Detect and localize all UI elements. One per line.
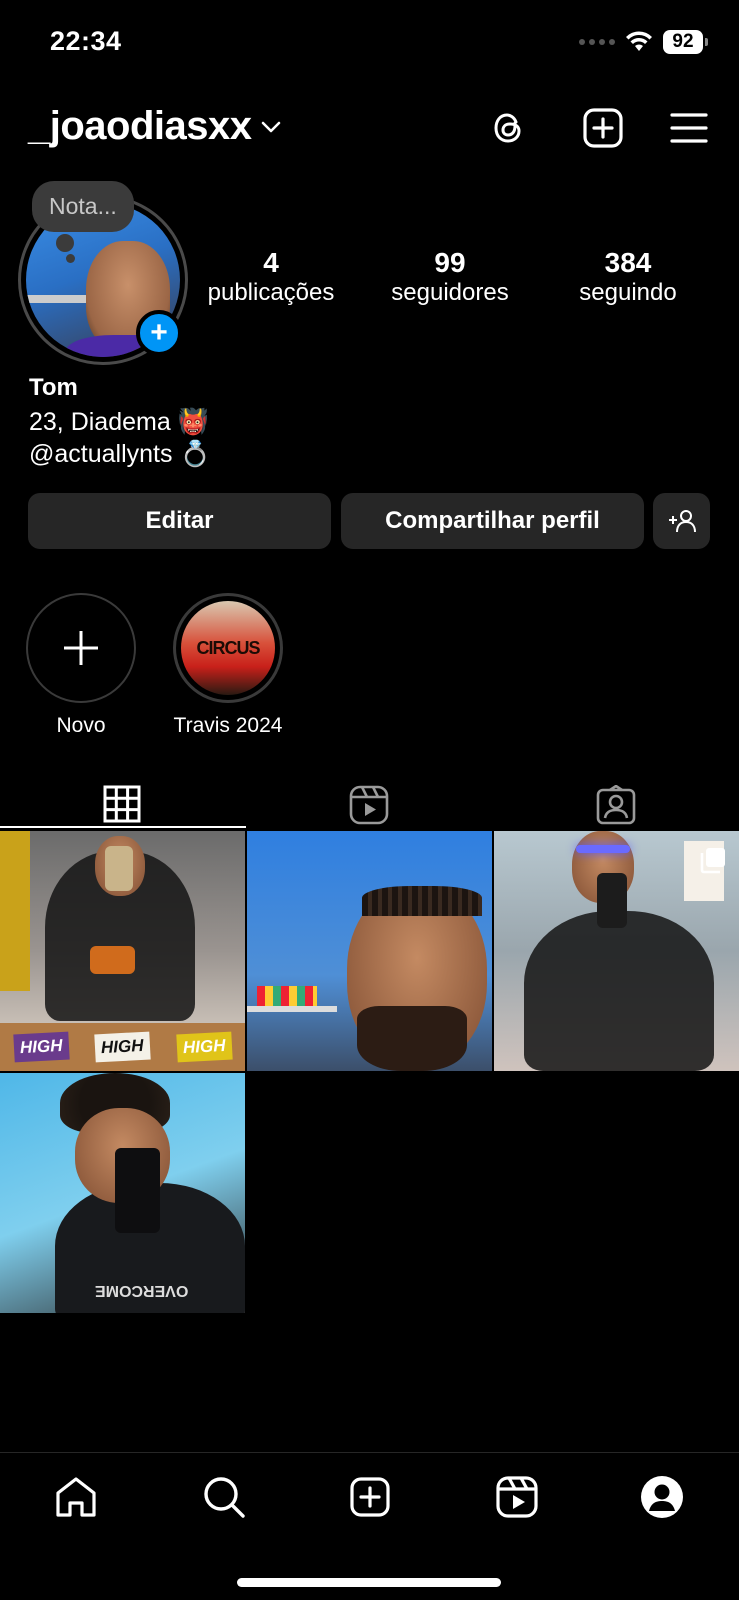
discover-people-button[interactable] [653,493,710,549]
search-icon [204,1477,245,1518]
highlight-new-label: Novo [56,714,106,737]
stat-posts-label: publicações [207,279,335,306]
plus-icon [64,631,98,665]
stat-following-value: 384 [604,247,652,278]
note-bubble-tail-small [66,254,75,263]
wifi-icon [626,31,652,51]
stat-followers-value: 99 [434,247,466,278]
highlight-travis-2024[interactable]: CIRCUS [173,593,283,703]
grid-icon [103,785,141,823]
cellular-signal-icon [579,39,615,45]
shirt-print: OVERCOME [95,1282,189,1299]
nav-profile[interactable] [637,1472,687,1522]
nav-search[interactable] [199,1472,249,1522]
nav-reels[interactable] [492,1472,542,1522]
edit-profile-button[interactable]: Editar [28,493,331,549]
stat-following[interactable]: 384 seguindo [543,248,713,308]
share-profile-button[interactable]: Compartilhar perfil [341,493,644,549]
active-tab-indicator [0,826,246,828]
profile-name: Tom [29,374,78,401]
highlight-travis-label: Travis 2024 [173,714,283,737]
chevron-down-icon [261,121,280,132]
reels-icon [496,1476,538,1518]
bio-mention[interactable]: @actuallynts 💍 [29,440,211,469]
highlight-thumbnail: CIRCUS [181,601,275,695]
reels-icon [349,785,389,825]
stat-posts-value: 4 [263,247,279,278]
bio-line: 23, Diadema 👹 [29,408,209,436]
profile-icon [641,1476,683,1518]
tab-reels[interactable] [349,785,389,830]
note-bubble[interactable]: Nota... [32,181,134,232]
add-person-icon [668,510,696,533]
status-time: 22:34 [50,26,122,56]
high-strip: HIGH HIGH HIGH [0,1023,245,1071]
carousel-icon [700,848,725,874]
bottom-nav-divider [0,1452,739,1453]
post-thumbnail[interactable] [494,831,739,1071]
post-thumbnail[interactable]: HIGH HIGH HIGH [0,831,245,1071]
stat-followers-label: seguidores [391,279,509,306]
nav-create[interactable] [345,1472,395,1522]
add-story-icon[interactable]: + [136,310,182,356]
highlight-new[interactable] [26,593,136,703]
note-bubble-tail [56,234,74,252]
status-indicators: 92 [579,30,708,54]
stat-followers[interactable]: 99 seguidores [365,248,535,308]
stat-following-label: seguindo [579,279,677,306]
menu-icon[interactable] [667,106,711,150]
stat-posts[interactable]: 4 publicações [186,248,356,308]
nav-home[interactable] [51,1472,101,1522]
tab-posts-grid[interactable] [103,785,141,828]
threads-icon[interactable] [486,106,530,150]
username: _joaodiasxx [28,104,252,148]
battery-indicator: 92 [663,30,708,54]
highlight-art-text: CIRCUS [196,637,260,658]
create-post-icon[interactable] [581,106,625,150]
home-indicator[interactable] [237,1578,501,1587]
account-switcher[interactable]: _joaodiasxx [28,104,282,149]
tagged-user-icon [596,784,636,825]
create-icon [350,1477,390,1517]
home-icon [56,1477,96,1517]
post-thumbnail[interactable]: OVERCOME [0,1073,245,1313]
post-thumbnail[interactable] [247,831,492,1071]
tab-tagged[interactable] [596,784,636,830]
